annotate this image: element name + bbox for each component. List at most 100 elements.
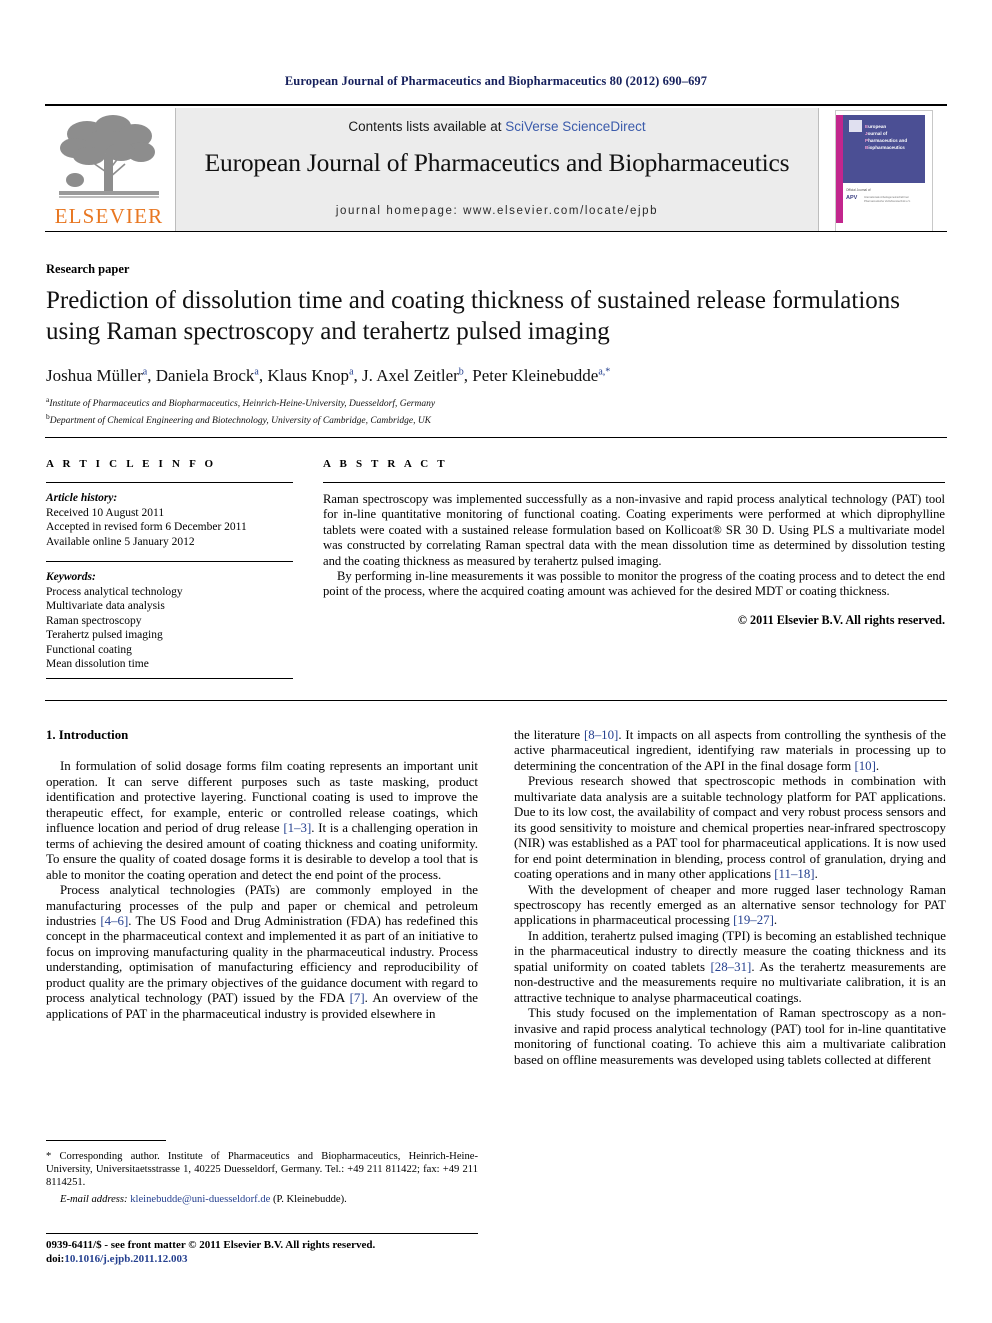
affiliation-a: aInstitute of Pharmaceutics and Biopharm… <box>46 394 936 411</box>
page-title: Prediction of dissolution time and coati… <box>46 287 900 345</box>
journal-homepage-link[interactable]: journal homepage: www.elsevier.com/locat… <box>176 205 818 217</box>
cover-apv-tagline: Internationale Arbeitsgemeinschaft fuer … <box>864 196 911 203</box>
article-history-item: Received 10 August 2011 <box>46 506 165 519</box>
cover-line-3: harmaceutics and <box>868 138 908 143</box>
article-info-label: A R T I C L E I N F O <box>46 458 217 470</box>
body-paragraph: the literature [8–10]. It impacts on all… <box>514 728 946 774</box>
keyword-item: Raman spectroscopy <box>46 614 142 627</box>
keywords-list: Process analytical technology Multivariat… <box>46 585 293 672</box>
journal-title: European Journal of Pharmaceutics and Bi… <box>204 148 790 177</box>
section-heading-introduction: 1. Introduction <box>46 728 129 742</box>
article-info-rule <box>46 482 293 483</box>
corresponding-author-footnote: * Corresponding author. Institute of Pha… <box>46 1150 478 1206</box>
keyword-item: Process analytical technology <box>46 585 183 598</box>
article-info-separator <box>46 561 293 562</box>
body-text: . <box>773 913 778 928</box>
citation-reference[interactable]: [1–3] <box>283 821 311 835</box>
body-text: With the development of cheaper and more… <box>514 882 946 928</box>
keywords-heading: Keywords: <box>46 571 96 583</box>
article-history-list: Received 10 August 2011 Accepted in revis… <box>46 506 293 550</box>
affiliation-list: aInstitute of Pharmaceutics and Biopharm… <box>46 394 936 427</box>
keywords-group: Keywords: Process analytical technology M… <box>46 570 293 672</box>
email-link[interactable]: kleinebudde@uni-duesseldorf.de <box>130 1194 270 1205</box>
article-history-item: Available online 5 January 2012 <box>46 535 195 548</box>
corresponding-author-text: * Corresponding author. Institute of Pha… <box>46 1151 478 1189</box>
contents-available-line: Contents lists available at SciVerse Sci… <box>176 119 818 134</box>
body-text: the literature <box>514 728 584 742</box>
citation-reference[interactable]: [4–6] <box>100 914 128 928</box>
elsevier-tree-icon <box>59 115 159 198</box>
cover-line-2: ournal of <box>867 131 888 136</box>
masthead-top-rule <box>45 104 947 106</box>
email-owner: (P. Kleinebudde). <box>272 1193 347 1205</box>
right-column-paragraphs: the literature [8–10]. It impacts on all… <box>514 728 946 1068</box>
email-line: E-mail address: kleinebudde@uni-duesseld… <box>46 1193 478 1206</box>
body-column-right: the literature [8–10]. It impacts on all… <box>514 728 946 1068</box>
affiliation-a-text: Institute of Pharmaceutics and Biopharma… <box>49 399 436 410</box>
article-info-bottom-rule <box>46 678 293 679</box>
left-column-paragraphs: In formulation of solid dosage forms fil… <box>46 759 478 1022</box>
citation-reference[interactable]: [28–31] <box>711 960 752 974</box>
body-paragraph: In formulation of solid dosage forms fil… <box>46 759 478 883</box>
article-history-item: Accepted in revised form 6 December 2011 <box>46 521 247 533</box>
abstract-box: A B S T R A C T Raman spectroscopy was i… <box>323 458 945 628</box>
elsevier-logo: ELSEVIER <box>45 108 173 232</box>
body-paragraph: Previous research showed that spectrosco… <box>514 774 946 882</box>
abstract-body: Raman spectroscopy was implemented succe… <box>323 492 945 600</box>
cover-line-1: uropean <box>868 124 887 129</box>
keyword-item: Functional coating <box>46 643 132 656</box>
abstract-rule <box>323 482 945 483</box>
journal-cover-thumbnail[interactable]: European Journal of Pharmaceutics and Bi… <box>835 110 933 232</box>
body-paragraph: Process analytical technologies (PATs) a… <box>46 883 478 1022</box>
body-text: . <box>875 758 880 773</box>
article-history-heading: Article history: <box>46 492 118 504</box>
body-paragraph: With the development of cheaper and more… <box>514 883 946 929</box>
running-head: European Journal of Pharmaceutics and Bi… <box>284 74 708 88</box>
cover-main-panel: European Journal of Pharmaceutics and Bi… <box>843 115 925 183</box>
abstract-paragraph-1: Raman spectroscopy was implemented succe… <box>323 492 945 568</box>
body-text: This study focused on the implementation… <box>514 1006 946 1067</box>
cover-apv-logo: APV <box>846 195 858 201</box>
header-divider <box>45 437 947 438</box>
footer-divider <box>46 1233 478 1234</box>
page-footer: 0939-6411/$ - see front matter © 2011 El… <box>46 1238 506 1266</box>
citation-reference[interactable]: [19–27] <box>733 913 774 927</box>
body-paragraph: This study focused on the implementation… <box>514 1006 946 1068</box>
citation-reference[interactable]: [10] <box>854 759 875 773</box>
body-column-left: 1. Introduction In formulation of solid … <box>46 728 478 1022</box>
cover-official-journal-text: Official Journal of <box>846 188 871 192</box>
abstract-label: A B S T R A C T <box>323 458 448 470</box>
doi-line: doi:10.1016/j.ejpb.2011.12.003 <box>46 1252 506 1266</box>
journal-banner: Contents lists available at SciVerse Sci… <box>175 108 819 232</box>
affiliation-b-text: Department of Chemical Engineering and B… <box>49 415 432 426</box>
doi-label: doi: <box>46 1253 65 1265</box>
citation-reference[interactable]: [8–10] <box>584 728 618 742</box>
masthead-bottom-rule <box>45 231 947 232</box>
paper-page: European Journal of Pharmaceutics and Bi… <box>0 0 992 1323</box>
cover-title-text: European Journal of Pharmaceutics and Bi… <box>865 123 923 151</box>
doi-link[interactable]: 10.1016/j.ejpb.2011.12.003 <box>64 1253 187 1265</box>
article-info-box: A R T I C L E I N F O Article history: R… <box>46 458 293 672</box>
keyword-item: Mean dissolution time <box>46 658 149 670</box>
keyword-item: Multivariate data analysis <box>46 600 165 612</box>
author-list: Joshua Müllera, Daniela Brocka, Klaus Kn… <box>46 366 611 385</box>
cover-magenta-bar <box>836 115 843 223</box>
abstract-copyright: © 2011 Elsevier B.V. All rights reserved… <box>737 612 945 627</box>
elsevier-wordmark: ELSEVIER <box>54 204 164 228</box>
body-text: . <box>814 867 818 882</box>
citation-reference[interactable]: [7] <box>350 991 365 1005</box>
sciencedirect-link[interactable]: SciVerse ScienceDirect <box>505 119 645 134</box>
footnote-divider <box>46 1140 166 1141</box>
journal-masthead: ELSEVIER Contents lists available at Sci… <box>45 104 947 232</box>
keyword-item: Terahertz pulsed imaging <box>46 629 163 641</box>
article-type-label: Research paper <box>46 262 130 276</box>
body-top-divider <box>45 700 947 701</box>
citation-reference[interactable]: [11–18] <box>774 867 814 881</box>
contents-prefix: Contents lists available at <box>348 119 506 134</box>
email-label: E-mail address: <box>60 1193 128 1205</box>
cover-elsevier-mark-icon <box>849 120 862 132</box>
abstract-paragraph-2: By performing in-line measurements it wa… <box>323 569 945 599</box>
issn-line: 0939-6411/$ - see front matter © 2011 El… <box>46 1239 376 1251</box>
body-text: Previous research showed that spectrosco… <box>514 774 946 882</box>
cover-line-4: iopharmaceutics <box>868 145 905 150</box>
